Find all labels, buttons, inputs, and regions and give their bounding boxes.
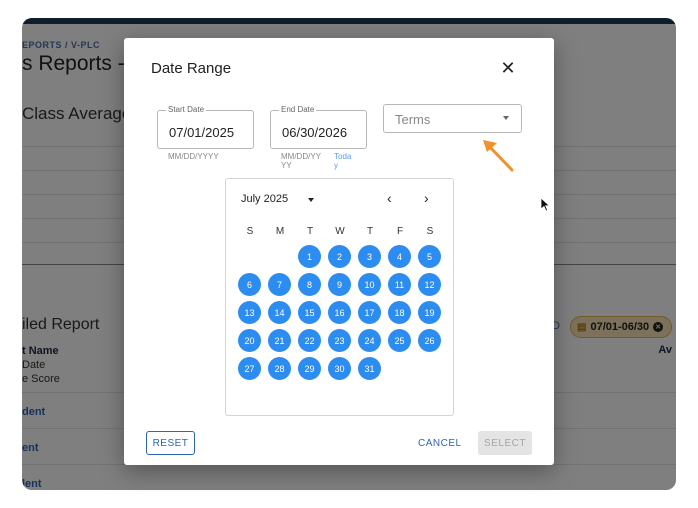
calendar-day[interactable]: 17 [358, 301, 381, 324]
calendar-day[interactable]: 14 [268, 301, 291, 324]
month-dropdown-icon[interactable] [308, 198, 314, 202]
today-link-line1[interactable]: Toda [334, 152, 351, 161]
calendar-day[interactable]: 6 [238, 273, 261, 296]
calendar-day[interactable]: 18 [388, 301, 411, 324]
calendar-day[interactable]: 21 [268, 329, 291, 352]
weekday-label: T [366, 226, 374, 237]
calendar-day[interactable]: 2 [328, 245, 351, 268]
end-date-hint-line2: YY [281, 161, 292, 170]
chevron-down-icon [503, 116, 509, 120]
start-date-field[interactable]: Start Date 07/01/2025 [157, 105, 254, 149]
weekday-label: M [275, 226, 285, 237]
weekday-label: F [396, 226, 404, 237]
calendar-day[interactable]: 31 [358, 357, 381, 380]
end-date-label: End Date [279, 105, 317, 114]
calendar-day[interactable]: 5 [418, 245, 441, 268]
mouse-cursor [540, 197, 551, 212]
end-date-hint-line1: MM/DD/YY [281, 152, 321, 161]
calendar-day[interactable]: 12 [418, 273, 441, 296]
calendar-day[interactable]: 20 [238, 329, 261, 352]
calendar-day[interactable]: 23 [328, 329, 351, 352]
calendar-day[interactable]: 28 [268, 357, 291, 380]
calendar-day[interactable]: 24 [358, 329, 381, 352]
end-date-hint: MM/DD/YY YY [281, 152, 321, 170]
calendar-day[interactable]: 13 [238, 301, 261, 324]
calendar-day[interactable]: 8 [298, 273, 321, 296]
weekday-label: W [335, 226, 345, 237]
close-icon[interactable]: ✕ [498, 58, 518, 78]
calendar-day[interactable]: 22 [298, 329, 321, 352]
today-link-line2[interactable]: y [334, 161, 351, 170]
date-range-dialog: Date Range ✕ Start Date 07/01/2025 MM/DD… [124, 38, 554, 465]
calendar-day[interactable]: 19 [418, 301, 441, 324]
calendar-day[interactable]: 27 [238, 357, 261, 380]
calendar-day[interactable]: 1 [298, 245, 321, 268]
calendar-day[interactable]: 29 [298, 357, 321, 380]
end-date-field[interactable]: End Date 06/30/2026 [270, 105, 367, 149]
prev-month-icon[interactable]: ‹ [387, 190, 392, 206]
next-month-icon[interactable]: › [424, 190, 429, 206]
calendar-day[interactable]: 10 [358, 273, 381, 296]
start-date-hint: MM/DD/YYYY [168, 152, 219, 161]
dialog-title: Date Range [151, 60, 232, 77]
weekday-label: S [426, 226, 434, 237]
calendar-day[interactable]: 25 [388, 329, 411, 352]
calendar-day[interactable]: 30 [328, 357, 351, 380]
select-button[interactable]: SELECT [478, 431, 532, 455]
terms-select[interactable]: Terms [383, 104, 522, 133]
calendar-day[interactable]: 26 [418, 329, 441, 352]
calendar-day[interactable]: 3 [358, 245, 381, 268]
end-date-input[interactable]: 06/30/2026 [282, 125, 347, 140]
calendar-day[interactable]: 11 [388, 273, 411, 296]
calendar-day[interactable]: 4 [388, 245, 411, 268]
calendar-picker: July 2025 ‹ › S M T W T F S 1 2 3 4 5 6 7 8 9 10 11 12 13 14… [225, 178, 454, 416]
today-link[interactable]: Toda y [334, 152, 351, 170]
start-date-input[interactable]: 07/01/2025 [169, 125, 234, 140]
calendar-day[interactable]: 16 [328, 301, 351, 324]
weekday-label: T [306, 226, 314, 237]
terms-placeholder: Terms [395, 112, 431, 127]
month-label[interactable]: July 2025 [241, 193, 288, 205]
calendar-day[interactable]: 9 [328, 273, 351, 296]
cancel-button[interactable]: CANCEL [418, 431, 462, 455]
weekday-label: S [246, 226, 254, 237]
calendar-day[interactable]: 15 [298, 301, 321, 324]
start-date-label: Start Date [166, 105, 207, 114]
calendar-day[interactable]: 7 [268, 273, 291, 296]
reset-button[interactable]: RESET [146, 431, 195, 455]
